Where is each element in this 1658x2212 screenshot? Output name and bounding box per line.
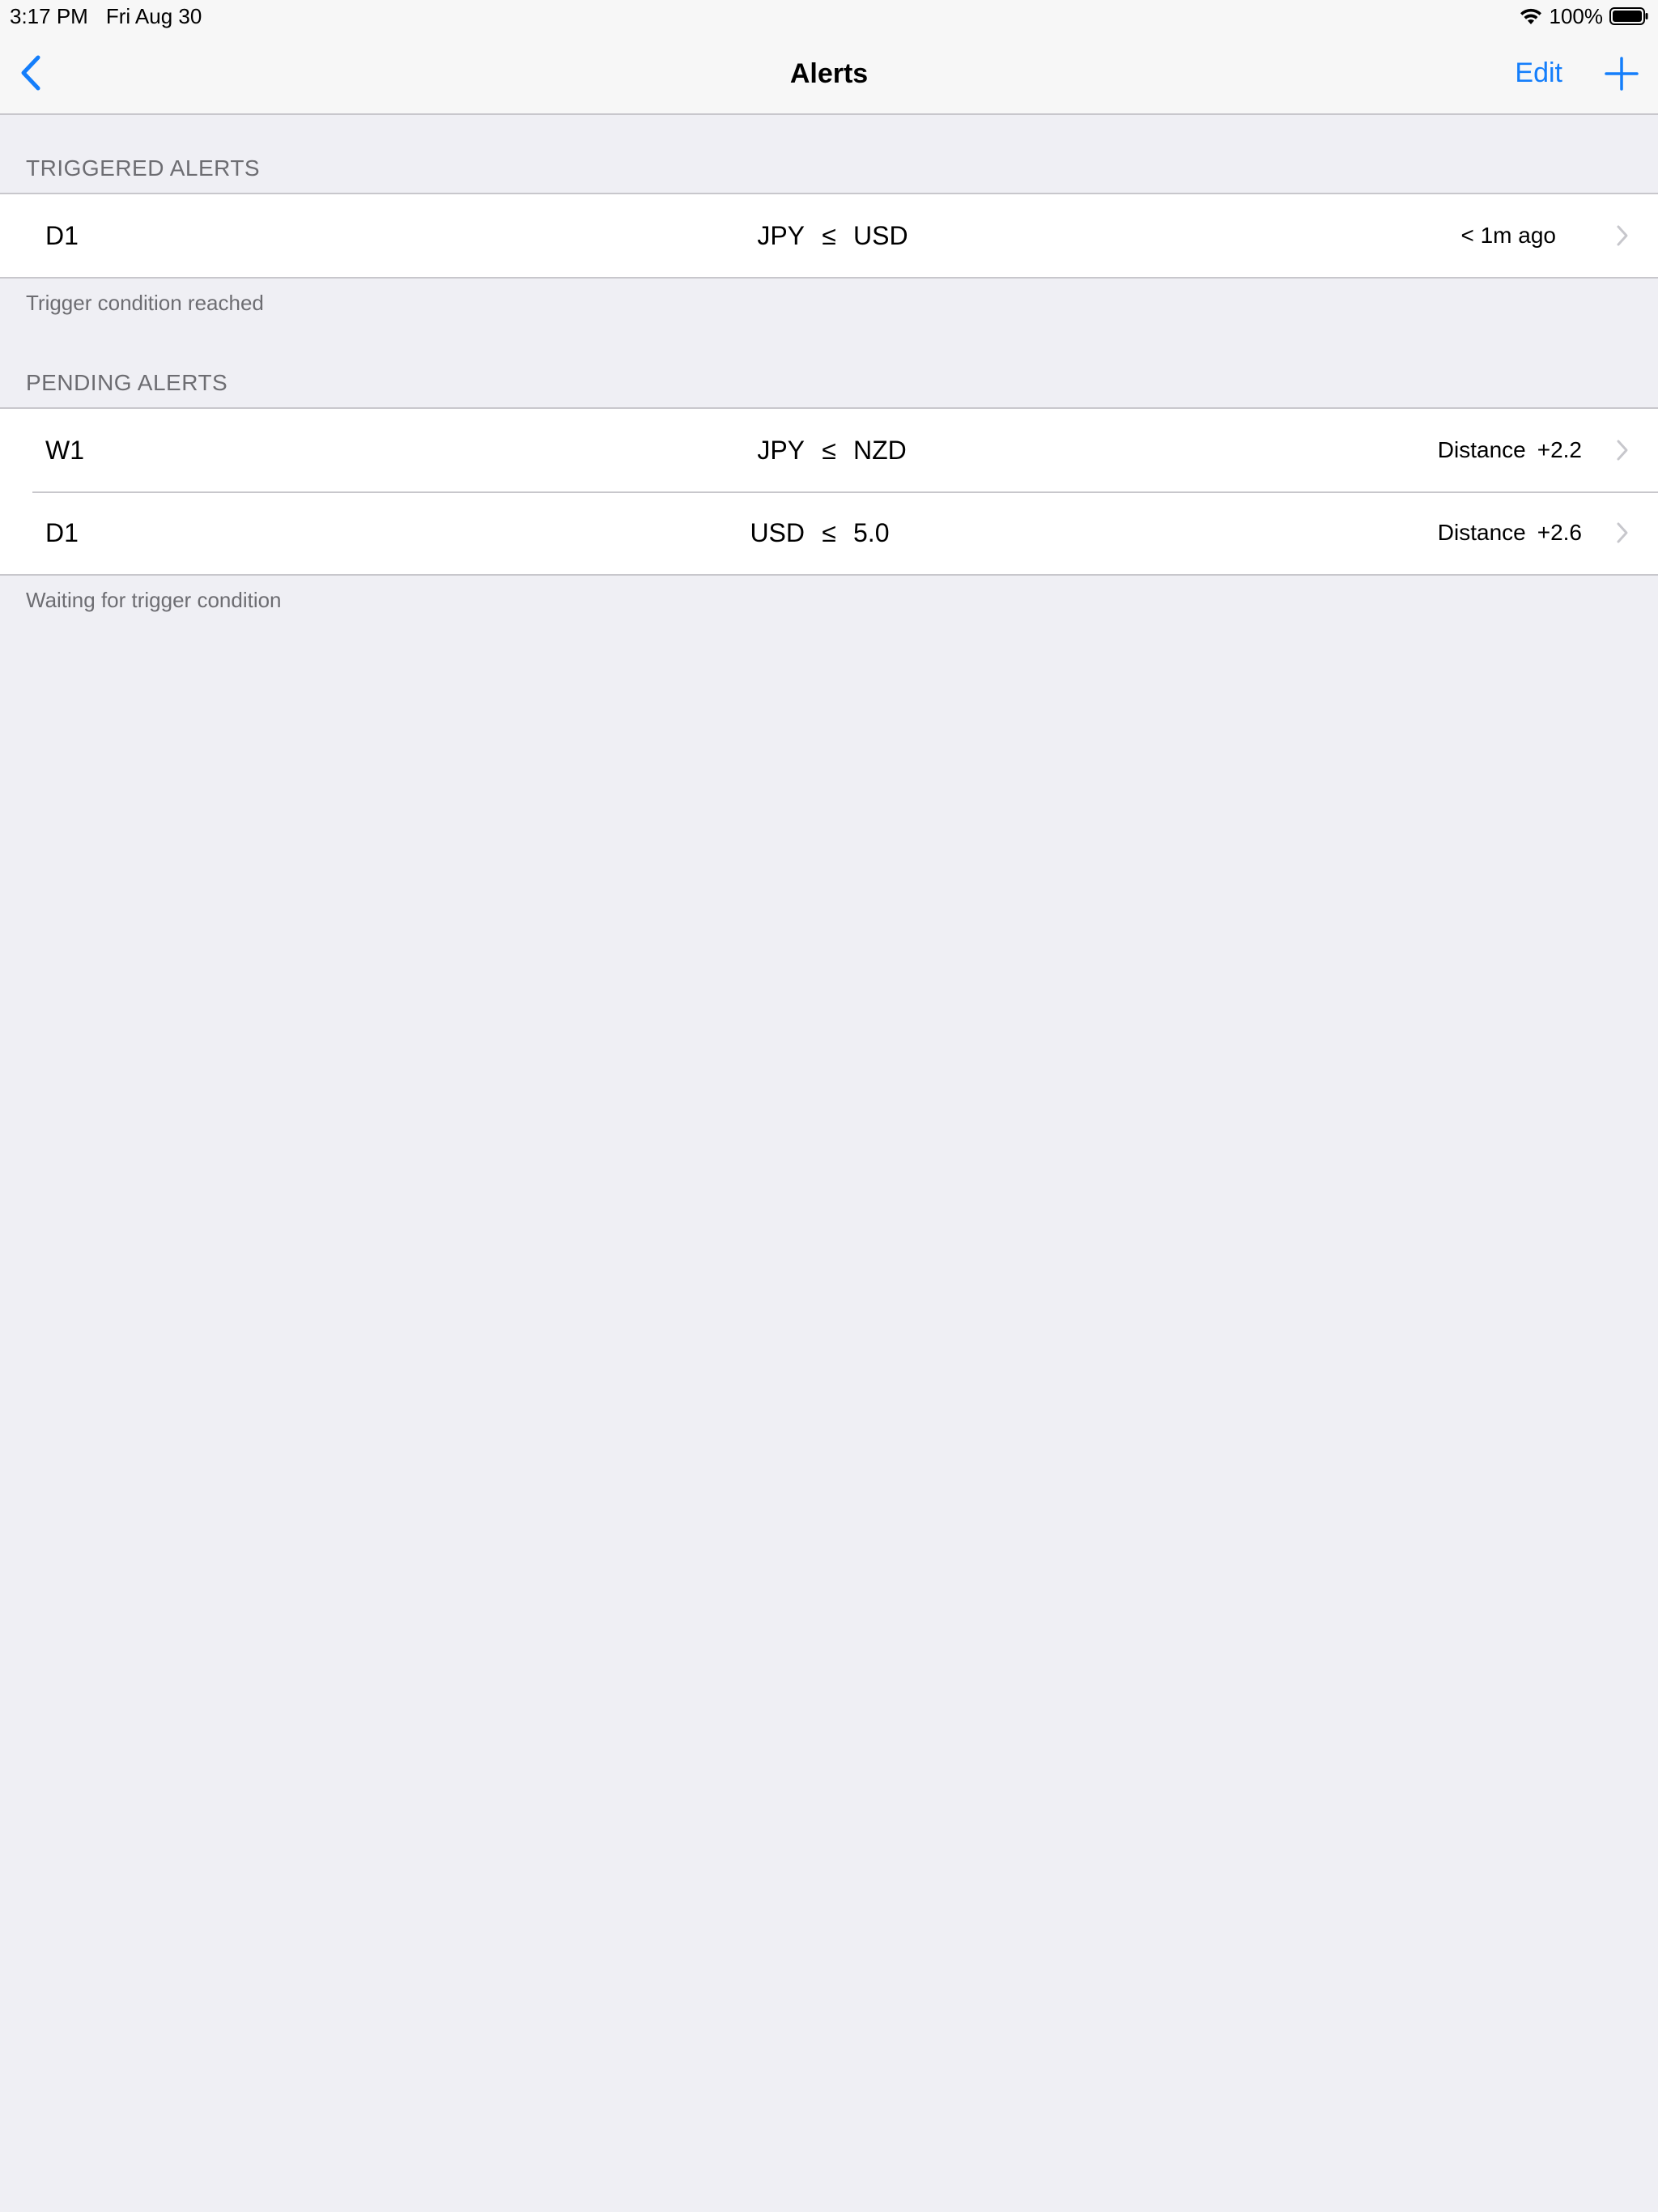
- status-bar: 3:17 PM Fri Aug 30 100%: [0, 0, 1658, 32]
- distance-value: +2.2: [1537, 437, 1582, 462]
- battery-percent: 100%: [1549, 3, 1604, 28]
- triggered-alerts-table: D1 JPY ≤ USD < 1m ago: [0, 193, 1658, 279]
- condition-operator: ≤: [822, 220, 836, 250]
- status-date: Fri Aug 30: [105, 4, 202, 28]
- distance-label: Distance: [1437, 520, 1526, 545]
- triggered-alert-row[interactable]: D1 JPY ≤ USD < 1m ago: [0, 194, 1658, 277]
- triggered-time: < 1m ago: [1460, 223, 1556, 248]
- status-indicators: 100%: [1519, 3, 1649, 29]
- condition-operator: ≤: [822, 517, 836, 547]
- condition-right: USD: [853, 220, 908, 250]
- pending-alert-row[interactable]: W1 JPY ≤ NZD Distance +2.2: [0, 409, 1658, 491]
- pending-alert-row[interactable]: D1 USD ≤ 5.0 Distance +2.6: [0, 491, 1658, 574]
- page-title: Alerts: [789, 58, 869, 89]
- distance-label: Distance: [1437, 437, 1526, 462]
- condition-right: 5.0: [853, 517, 890, 547]
- triggered-alerts-header: TRIGGERED ALERTS: [26, 155, 261, 181]
- condition-right: NZD: [853, 435, 907, 465]
- triggered-alerts-footer: Trigger condition reached: [26, 291, 264, 315]
- condition-left: JPY: [757, 435, 805, 465]
- wifi-icon: [1520, 8, 1541, 24]
- plus-icon[interactable]: [1601, 53, 1642, 94]
- chevron-right-icon: [1617, 225, 1628, 246]
- pending-alerts-header: PENDING ALERTS: [26, 370, 228, 395]
- condition-operator: ≤: [822, 435, 836, 465]
- alert-distance: Distance +2.2: [1438, 409, 1582, 491]
- condition-left: USD: [750, 517, 805, 547]
- alert-timeframe: W1: [45, 436, 84, 465]
- navigation-bar: Alerts Edit: [0, 32, 1658, 115]
- status-time-date: 3:17 PM Fri Aug 30: [10, 3, 202, 29]
- alert-condition: JPY ≤ USD: [667, 194, 991, 277]
- distance-value: +2.6: [1537, 520, 1582, 545]
- chevron-right-icon: [1617, 522, 1628, 543]
- chevron-right-icon: [1617, 440, 1628, 461]
- pending-alerts-footer: Waiting for trigger condition: [26, 588, 282, 612]
- condition-left: JPY: [757, 220, 805, 250]
- pending-alerts-table: W1 JPY ≤ NZD Distance +2.2 D1 USD ≤ 5.0 D…: [0, 407, 1658, 576]
- edit-button[interactable]: Edit: [1515, 55, 1562, 91]
- alert-timeframe: D1: [45, 518, 79, 547]
- alert-condition: JPY ≤ NZD: [667, 409, 991, 491]
- alert-distance: Distance +2.6: [1438, 491, 1582, 574]
- status-time: 3:17 PM: [10, 4, 88, 28]
- battery-icon: [1609, 7, 1648, 25]
- alert-condition: USD ≤ 5.0: [667, 491, 991, 574]
- alert-timeframe: D1: [45, 221, 79, 250]
